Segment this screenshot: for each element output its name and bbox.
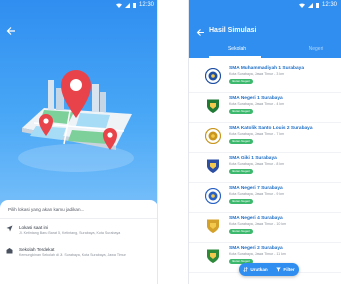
simulation-results-screen: 12:30 Hasil Simulasi Sekolah Negeri SMA …	[188, 0, 341, 284]
school-name: SMA Negeri 2 Surabaya	[229, 246, 283, 251]
wifi-icon	[115, 3, 122, 8]
location-screen: 12:30 Pilih lokasi yang akan kamu jadika…	[0, 0, 158, 284]
school-name: SMA Negeri 1 Surabaya	[229, 96, 283, 101]
location-sheet: Pilih lokasi yang akan kamu jadikan... L…	[0, 200, 157, 284]
school-name: SMA Negeri 7 Surabaya	[229, 186, 283, 191]
school-address: Kota Surabaya, Jawa Timur - 7 km	[229, 132, 285, 136]
school-name: SMA Negeri 4 Surabaya	[229, 216, 283, 221]
sort-label: Urutkan	[250, 267, 268, 272]
status-badge: Ikutan Negeri	[229, 139, 253, 144]
status-badge: Ikutan Negeri	[229, 109, 253, 114]
status-badge: Ikutan Negeri	[229, 79, 253, 84]
tab-negeri[interactable]: Negeri	[301, 46, 331, 52]
sort-icon	[243, 267, 249, 272]
school-address: Kota Surabaya, Jawa Timur - 11 km	[229, 252, 286, 256]
school-name: SMA Katolik Santo Louis 2 Surabaya	[229, 126, 313, 131]
status-time: 12:30	[321, 2, 337, 8]
page-title: Hasil Simulasi	[209, 27, 257, 34]
back-arrow-icon[interactable]	[196, 28, 205, 37]
sort-button[interactable]: Urutkan	[243, 267, 268, 272]
location-prompt: Pilih lokasi yang akan kamu jadikan...	[8, 207, 85, 212]
battery-icon	[315, 2, 319, 8]
school-address: Kota Surabaya, Jawa Timur - 10 km	[229, 222, 287, 226]
status-badge: Ikutan Negeri	[229, 169, 253, 174]
school-name: SMA Muhammadiyah 1 Surabaya	[229, 66, 304, 71]
school-name: SMA Giki 1 Surabaya	[229, 156, 277, 161]
filter-button[interactable]: Filter	[276, 267, 295, 272]
location-title: Sekolah Terdekat	[19, 247, 55, 252]
school-logo-icon	[205, 128, 221, 144]
filter-label: Filter	[283, 267, 295, 272]
school-logo-icon	[205, 68, 221, 84]
school-logo-icon	[207, 249, 219, 263]
signal-icon	[307, 2, 313, 8]
map-pin-illustration	[18, 70, 134, 172]
app-header: 12:30 Hasil Simulasi Sekolah Negeri	[189, 0, 341, 58]
tab-sekolah[interactable]: Sekolah	[217, 46, 257, 52]
filter-icon	[276, 267, 282, 272]
status-time: 12:30	[138, 2, 154, 8]
school-logo-icon	[207, 99, 219, 113]
back-arrow-icon[interactable]	[6, 26, 16, 36]
school-address: Kota Surabaya, Jawa Timur - 8 km	[229, 162, 285, 166]
school-icon	[6, 248, 13, 254]
wifi-icon	[298, 3, 305, 8]
status-bar: 12:30	[0, 0, 157, 11]
status-badge: Ikutan Negeri	[229, 199, 253, 204]
active-tab-indicator	[209, 56, 261, 58]
sort-filter-bar: Urutkan Filter	[239, 263, 299, 276]
school-address: Kota Surabaya, Jawa Timur - 4 km	[229, 102, 285, 106]
divider	[0, 218, 157, 219]
school-logo-icon	[207, 219, 219, 233]
location-address: Jl. Ketintang Baru Barat 5, Ketintang, S…	[19, 231, 121, 235]
school-logo-icon	[205, 188, 221, 204]
school-list-item[interactable]: SMA Muhammadiyah 1 Surabaya Kota Surabaya…	[189, 62, 341, 93]
battery-icon	[132, 2, 136, 8]
school-address: Kota Surabaya, Jawa Timur - 3 km	[229, 72, 285, 76]
school-list-item[interactable]: SMA Negeri 7 Surabaya Kota Surabaya, Jawa…	[189, 182, 341, 213]
map-hero: 12:30	[0, 0, 157, 218]
school-list-item[interactable]: SMA Giki 1 Surabaya Kota Surabaya, Jawa T…	[189, 152, 341, 183]
school-address: Kota Surabaya, Jawa Timur - 9 km	[229, 192, 285, 196]
school-list-item[interactable]: SMA Negeri 4 Surabaya Kota Surabaya, Jawa…	[189, 212, 341, 243]
school-list-item[interactable]: SMA Katolik Santo Louis 2 Surabaya Kota S…	[189, 122, 341, 153]
school-logo-icon	[207, 159, 219, 173]
status-badge: Ikutan Negeri	[229, 229, 253, 234]
location-title: Lokasi saat ini	[19, 225, 49, 230]
school-list-item[interactable]: SMA Negeri 1 Surabaya Kota Surabaya, Jawa…	[189, 92, 341, 123]
status-bar: 12:30	[189, 0, 341, 11]
signal-icon	[124, 2, 130, 8]
navigation-icon	[6, 225, 13, 232]
location-address: Kemungkinan Sekolah di Jl. Surabaya, Kot…	[19, 253, 126, 257]
